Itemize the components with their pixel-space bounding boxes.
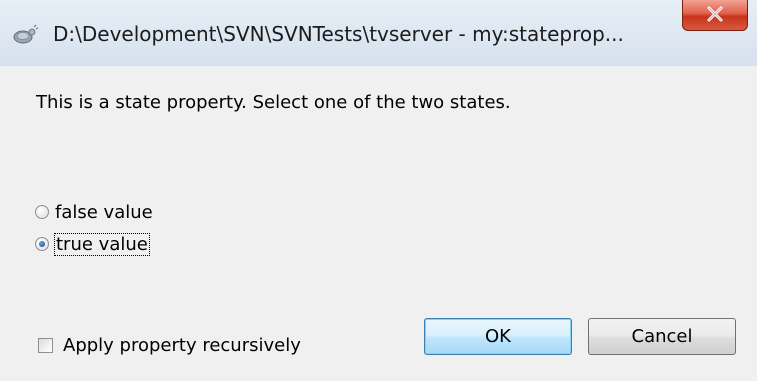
close-icon <box>707 6 723 22</box>
radio-false-value[interactable]: false value <box>35 199 153 225</box>
apply-recursively-label[interactable]: Apply property recursively <box>63 335 301 356</box>
tortoisesvn-icon <box>12 23 39 45</box>
window-title: D:\Development\SVN\SVNTests\tvserver - m… <box>53 22 624 46</box>
radio-button-false[interactable] <box>35 205 49 219</box>
radio-button-true[interactable] <box>35 237 49 251</box>
radio-true-value[interactable]: true value <box>35 231 150 257</box>
title-bar[interactable]: D:\Development\SVN\SVNTests\tvserver - m… <box>0 0 757 66</box>
checkbox-box[interactable] <box>38 337 53 353</box>
prompt-text: This is a state property. Select one of … <box>36 92 511 113</box>
dialog-body: This is a state property. Select one of … <box>0 66 757 381</box>
cancel-button[interactable]: Cancel <box>588 318 736 355</box>
radio-false-label[interactable]: false value <box>55 202 153 223</box>
close-button[interactable] <box>682 0 748 31</box>
ok-button[interactable]: OK <box>424 318 572 355</box>
property-dialog: D:\Development\SVN\SVNTests\tvserver - m… <box>0 0 757 381</box>
apply-recursively-checkbox[interactable]: Apply property recursively <box>38 332 301 358</box>
radio-true-label[interactable]: true value <box>54 232 150 256</box>
